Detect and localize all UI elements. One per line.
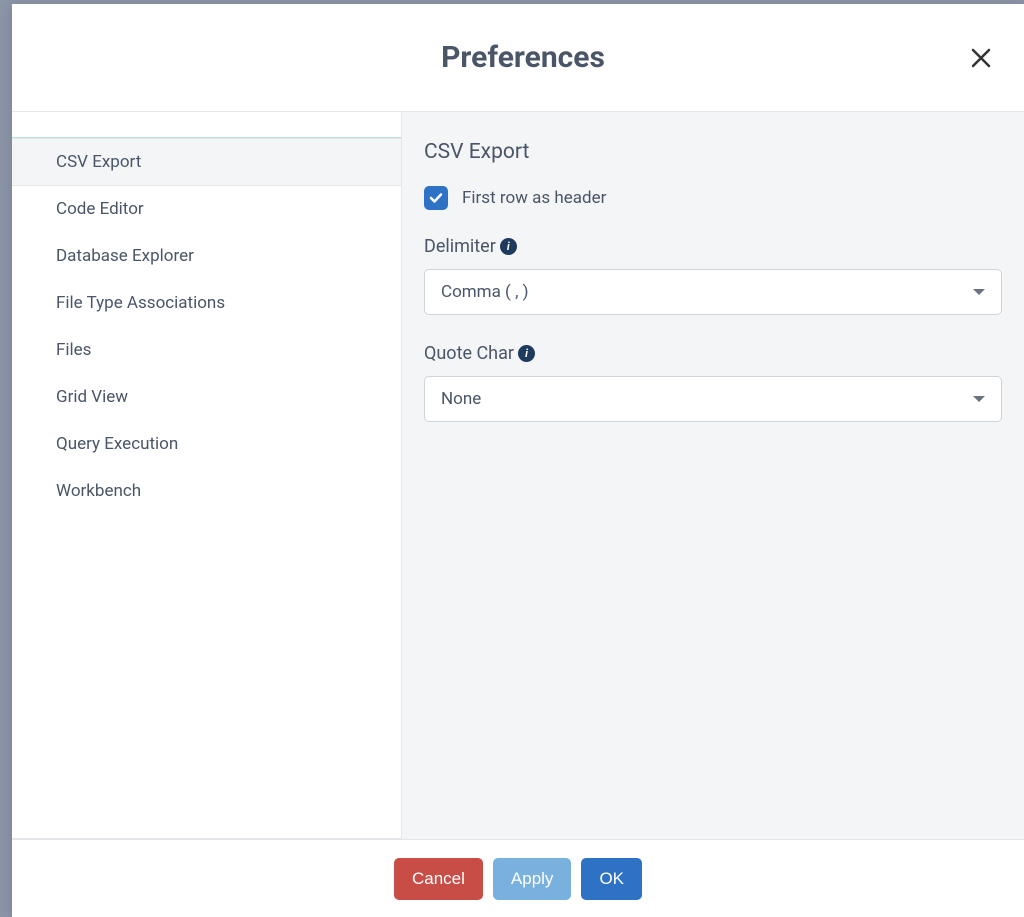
chevron-down-icon	[973, 289, 985, 295]
sidebar-item-label: CSV Export	[56, 152, 141, 172]
first-row-header-row: First row as header	[424, 186, 1002, 210]
quote-char-value: None	[441, 389, 481, 409]
sidebar-item-label: File Type Associations	[56, 293, 225, 313]
modal-body: CSV Export Code Editor Database Explorer…	[12, 112, 1024, 839]
sidebar-item-label: Query Execution	[56, 434, 178, 454]
quote-char-label-text: Quote Char	[424, 343, 514, 364]
check-icon	[428, 190, 444, 206]
apply-button[interactable]: Apply	[493, 858, 572, 900]
sidebar-item-label: Grid View	[56, 387, 128, 407]
sidebar-item-label: Database Explorer	[56, 246, 194, 266]
sidebar-item-workbench[interactable]: Workbench	[12, 468, 401, 515]
preferences-modal: Preferences CSV Export Code Editor Datab…	[12, 4, 1024, 917]
ok-button[interactable]: OK	[581, 858, 642, 900]
sidebar-item-query-execution[interactable]: Query Execution	[12, 421, 401, 468]
delimiter-label-text: Delimiter	[424, 236, 496, 257]
sidebar-item-grid-view[interactable]: Grid View	[12, 374, 401, 421]
quote-char-label: Quote Char i	[424, 343, 1002, 364]
close-icon	[969, 46, 993, 70]
modal-header: Preferences	[12, 4, 1024, 112]
quote-char-info-icon[interactable]: i	[518, 345, 535, 362]
delimiter-info-icon[interactable]: i	[500, 238, 517, 255]
sidebar-item-label: Files	[56, 340, 91, 360]
sidebar-item-code-editor[interactable]: Code Editor	[12, 186, 401, 233]
chevron-down-icon	[973, 396, 985, 402]
delimiter-value: Comma ( , )	[441, 282, 529, 302]
delimiter-label: Delimiter i	[424, 236, 1002, 257]
sidebar-item-file-type-associations[interactable]: File Type Associations	[12, 280, 401, 327]
sidebar-item-database-explorer[interactable]: Database Explorer	[12, 233, 401, 280]
sidebar-item-csv-export[interactable]: CSV Export	[12, 138, 401, 186]
sidebar-item-label: Code Editor	[56, 199, 144, 219]
sidebar: CSV Export Code Editor Database Explorer…	[12, 112, 402, 839]
close-button[interactable]	[966, 43, 996, 73]
delimiter-select[interactable]: Comma ( , )	[424, 269, 1002, 315]
content-panel: CSV Export First row as header Delimiter…	[402, 112, 1024, 839]
modal-footer: Cancel Apply OK	[12, 839, 1024, 917]
sidebar-item-files[interactable]: Files	[12, 327, 401, 374]
quote-char-select[interactable]: None	[424, 376, 1002, 422]
sidebar-top-spacer	[12, 112, 401, 138]
cancel-button[interactable]: Cancel	[394, 858, 483, 900]
content-title: CSV Export	[424, 140, 1002, 164]
sidebar-item-label: Workbench	[56, 481, 141, 501]
first-row-header-label: First row as header	[462, 188, 606, 208]
modal-title: Preferences	[441, 40, 605, 75]
first-row-header-checkbox[interactable]	[424, 186, 448, 210]
